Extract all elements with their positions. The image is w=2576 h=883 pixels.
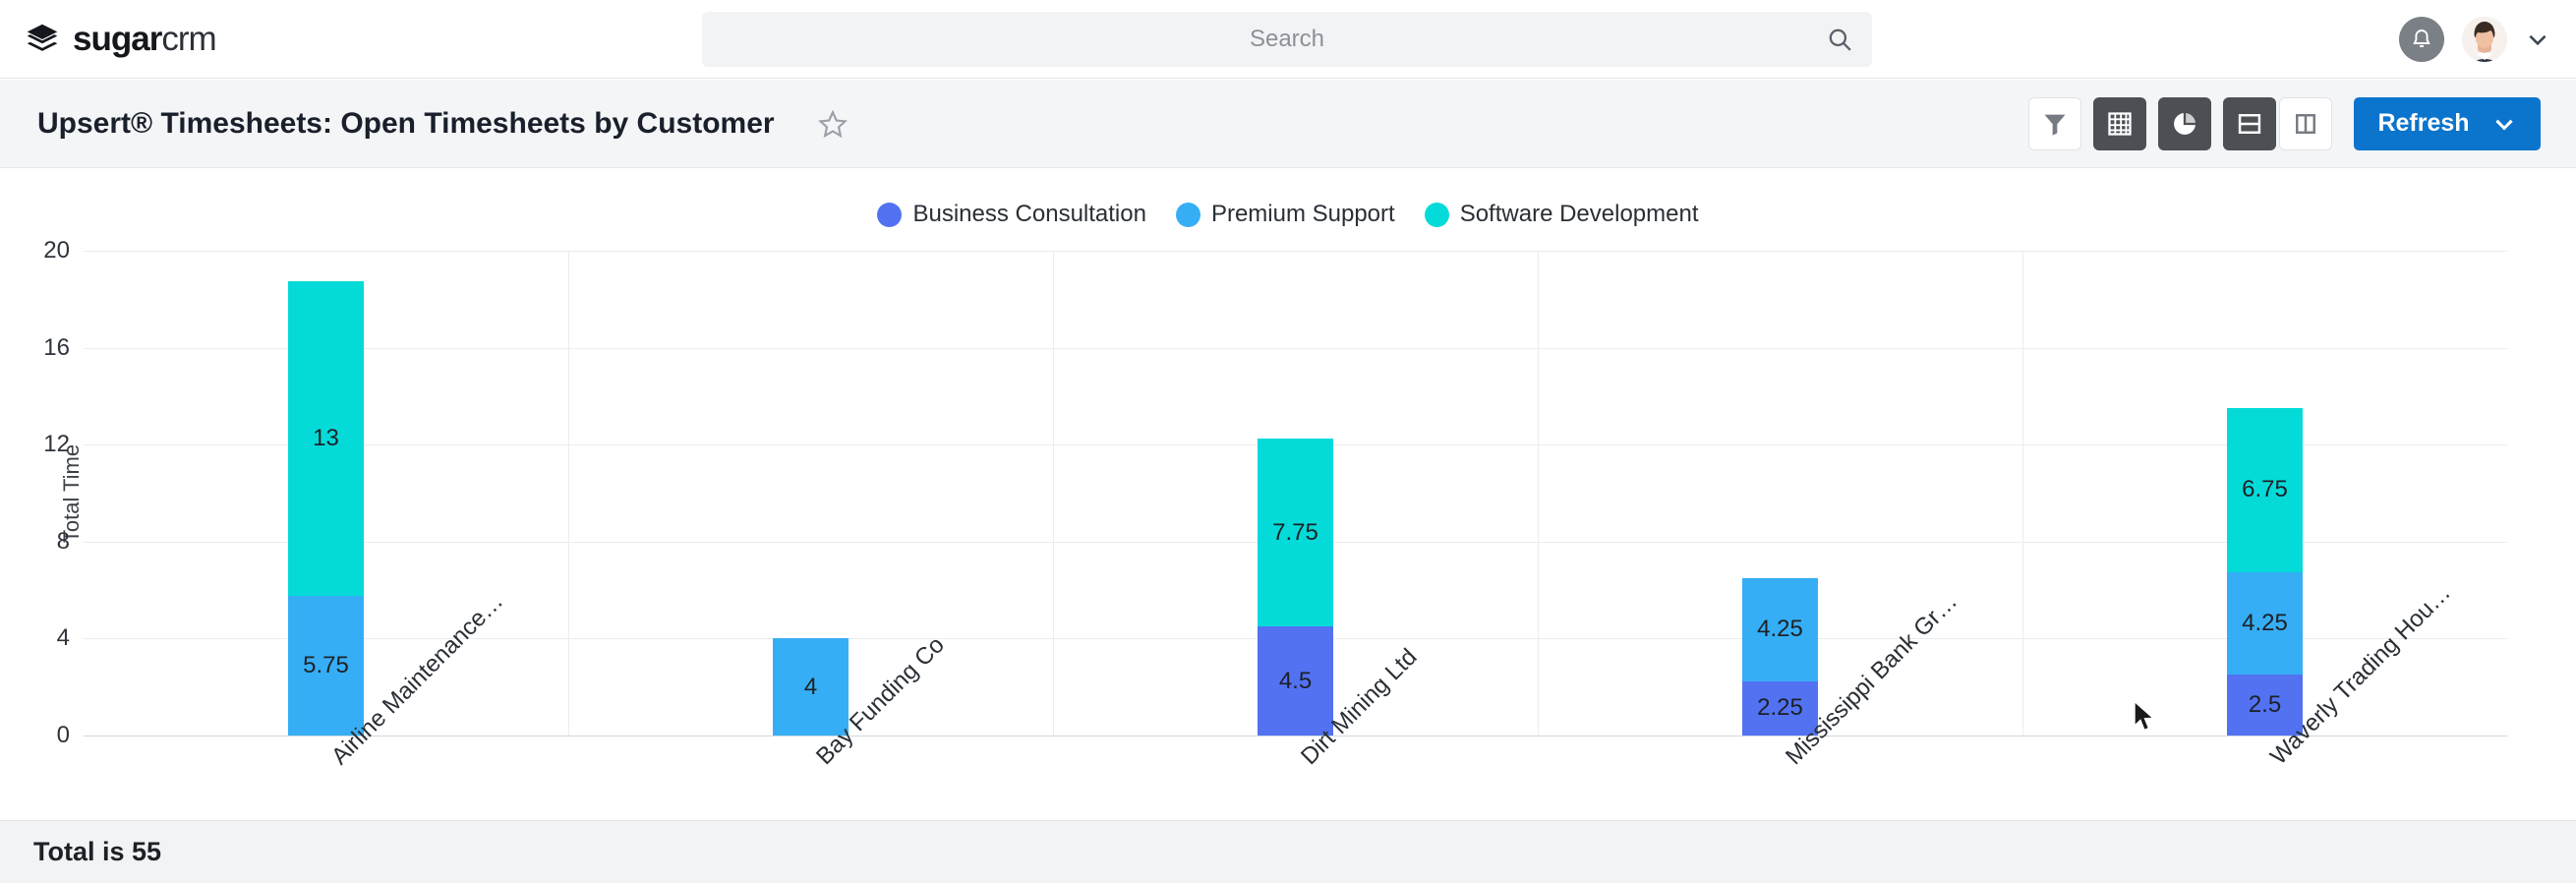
sugarcrm-logo[interactable]: sugarcrm xyxy=(26,22,216,56)
y-axis-tick-label: 4 xyxy=(57,624,70,652)
legend-color-swatch xyxy=(877,203,902,227)
page-title: Upsert® Timesheets: Open Timesheets by C… xyxy=(37,107,775,141)
legend-item[interactable]: Software Development xyxy=(1425,201,1699,228)
bar-segment[interactable]: 4.5 xyxy=(1258,626,1333,736)
bar-segment[interactable]: 4.25 xyxy=(1742,578,1818,681)
horizontal-split-button[interactable] xyxy=(2223,97,2276,150)
stacked-bar[interactable]: 4 xyxy=(773,638,849,736)
chart-footer: Total is 55 xyxy=(0,820,2576,883)
avatar-photo xyxy=(2462,17,2507,62)
search-icon[interactable] xyxy=(1827,27,1852,52)
total-summary: Total is 55 xyxy=(33,837,161,867)
columns-layout-icon xyxy=(2292,110,2319,138)
refresh-button-label: Refresh xyxy=(2377,109,2469,138)
chart-container: Business Consultation Premium Support Soft… xyxy=(0,169,2576,820)
y-axis-tick-label: 12 xyxy=(43,431,70,458)
dashlet-toolbar: Refresh xyxy=(2028,97,2541,150)
chart-category-column: 5.7513Airline Maintenance… xyxy=(84,251,568,736)
y-axis-tick-label: 20 xyxy=(43,237,70,265)
notifications-button[interactable] xyxy=(2399,17,2444,62)
brand-wordmark: sugarcrm xyxy=(73,22,216,56)
chevron-down-icon xyxy=(2491,111,2517,137)
legend-label: Premium Support xyxy=(1211,201,1395,228)
grid-view-button[interactable] xyxy=(2093,97,2146,150)
bar-segment[interactable]: 5.75 xyxy=(288,596,364,736)
funnel-icon xyxy=(2041,110,2069,138)
stacked-bar[interactable]: 2.54.256.75 xyxy=(2227,408,2303,736)
y-axis-tick-label: 8 xyxy=(57,528,70,556)
bar-segment[interactable]: 7.75 xyxy=(1258,439,1333,626)
plot-area: Total Time Name 0481216205.7513Airline M… xyxy=(84,251,2507,736)
y-axis-tick-label: 0 xyxy=(57,722,70,749)
user-avatar[interactable] xyxy=(2462,17,2507,62)
bar-segment[interactable]: 4 xyxy=(773,638,849,736)
chart-category-column: 4.57.75Dirt Mining Ltd xyxy=(1053,251,1538,736)
filter-button[interactable] xyxy=(2028,97,2081,150)
vertical-split-button[interactable] xyxy=(2279,97,2332,150)
refresh-button[interactable]: Refresh xyxy=(2354,97,2541,150)
chart-category-column: 4Bay Funding Co xyxy=(568,251,1053,736)
legend-color-swatch xyxy=(1425,203,1449,227)
global-search xyxy=(702,12,1872,67)
chart-category-column: 2.54.256.75Waverly Trading Hou… xyxy=(2022,251,2507,736)
brand-name-light: crm xyxy=(161,20,215,58)
dashlet-header: Upsert® Timesheets: Open Timesheets by C… xyxy=(0,80,2576,168)
legend-label: Software Development xyxy=(1460,201,1699,228)
chevron-down-icon[interactable] xyxy=(2525,27,2550,52)
rows-layout-icon xyxy=(2236,110,2263,138)
pie-chart-icon xyxy=(2171,110,2198,138)
chart-legend: Business Consultation Premium Support Soft… xyxy=(0,201,2576,228)
grid-icon xyxy=(2106,110,2134,138)
chart-category-column: 2.254.25Mississippi Bank Gr… xyxy=(1538,251,2022,736)
bar-segment[interactable]: 6.75 xyxy=(2227,408,2303,571)
top-navigation-bar: sugarcrm xyxy=(0,0,2576,79)
bar-segment[interactable]: 4.25 xyxy=(2227,572,2303,676)
stacked-layers-icon xyxy=(26,23,59,56)
legend-color-swatch xyxy=(1176,203,1200,227)
search-input[interactable] xyxy=(702,12,1872,67)
legend-item[interactable]: Premium Support xyxy=(1176,201,1395,228)
legend-label: Business Consultation xyxy=(912,201,1145,228)
layout-toggle-group xyxy=(2223,97,2332,150)
bar-segment[interactable]: 13 xyxy=(288,281,364,596)
legend-item[interactable]: Business Consultation xyxy=(877,201,1145,228)
stacked-bar[interactable]: 4.57.75 xyxy=(1258,439,1333,736)
nav-right-group xyxy=(2399,0,2550,79)
stacked-bar[interactable]: 2.254.25 xyxy=(1742,578,1818,736)
brand-name-bold: sugar xyxy=(73,20,161,58)
star-outline-icon[interactable] xyxy=(818,109,848,139)
bell-icon xyxy=(2410,28,2433,51)
y-axis-tick-label: 16 xyxy=(43,334,70,362)
chart-view-button[interactable] xyxy=(2158,97,2211,150)
stacked-bar[interactable]: 5.7513 xyxy=(288,281,364,736)
